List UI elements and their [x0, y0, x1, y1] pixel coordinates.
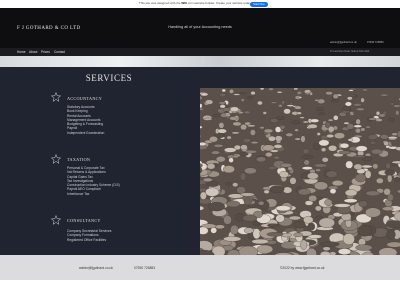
section-title-taxation: TAXATION — [67, 157, 91, 162]
list-item: Inheritance Tax — [67, 191, 90, 196]
marble-strip — [0, 56, 400, 67]
footer-copyright: ©2022 by www.fjgothard.co.uk — [280, 266, 325, 270]
nav-item-home[interactable]: Home — [17, 48, 26, 56]
star-icon — [51, 215, 61, 225]
list-item: Independent Examination — [67, 130, 105, 135]
nav-item-contact[interactable]: Contact — [54, 48, 65, 56]
star-icon — [51, 92, 61, 102]
header-phone: 07930 726853 — [367, 41, 384, 44]
pebbles-image — [200, 88, 400, 255]
site-footer: admin@fjgothard.co.uk 07930 726853 ©2022… — [0, 255, 400, 280]
tagline: Handling all of your Accounting needs — [168, 25, 232, 29]
header-email[interactable]: admin@fjgothard.co.uk — [330, 41, 357, 44]
list-item: Registered Office Facilities — [67, 237, 107, 242]
wix-banner: This site was designed with the WIX.com … — [0, 0, 400, 8]
footer-phone: 07930 726853 — [134, 266, 156, 270]
header-address: 15 Lansdown Road, Sidcup DA14 4EF — [330, 51, 370, 53]
section-title-accountancy: ACCOUNTANCY — [67, 96, 103, 101]
section-title-consultancy: CONSULTANCY — [67, 218, 101, 223]
footer-email[interactable]: admin@fjgothard.co.uk — [79, 266, 113, 270]
accountancy-list: Statutory Accounts Book Keeping Rental A… — [67, 105, 104, 135]
services-section: SERVICES ACCOUNTANCY Statutory Accounts … — [0, 67, 400, 255]
services-title: SERVICES — [85, 73, 133, 83]
nav-item-prices[interactable]: Prices — [41, 48, 50, 56]
page-bottom — [0, 280, 400, 300]
taxation-list: Personal & Corporate Tax Vat Returns & A… — [67, 166, 120, 196]
star-icon — [51, 154, 61, 164]
consultancy-list: Company Secretarial Services Company For… — [67, 229, 111, 242]
site-header: F J GOTHARD & CO LTD Handling all of you… — [0, 8, 400, 48]
nav-bar: Home About Prices Contact 15 Lansdown Ro… — [0, 48, 400, 56]
nav-item-about[interactable]: About — [29, 48, 37, 56]
wix-banner-text: This site was designed with the WIX.com … — [139, 1, 252, 5]
start-now-button[interactable]: Start Now — [250, 1, 268, 7]
